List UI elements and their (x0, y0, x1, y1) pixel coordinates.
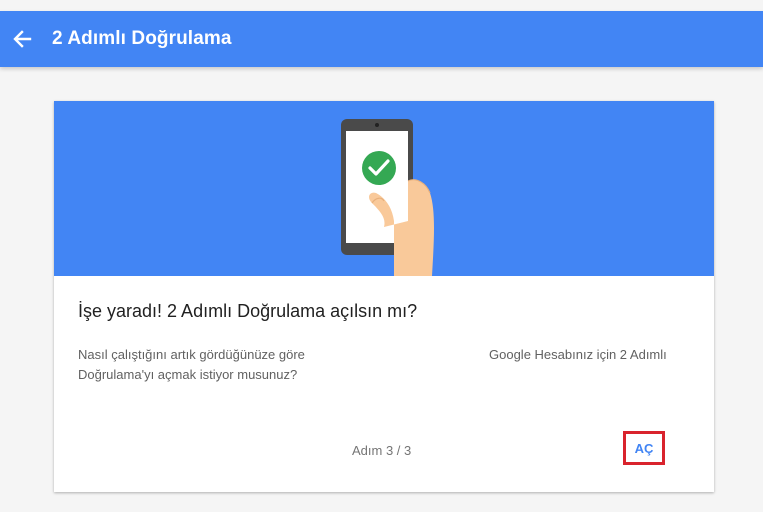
page-title: 2 Adımlı Doğrulama (52, 28, 232, 49)
verification-card: İşe yaradı! 2 Adımlı Doğrulama açılsın m… (54, 101, 714, 492)
back-button[interactable] (8, 25, 36, 53)
card-heading: İşe yaradı! 2 Adımlı Doğrulama açılsın m… (78, 301, 418, 321)
description-line: Nasıl çalıştığını artık gördüğünüze göre (78, 347, 305, 362)
app-header: 2 Adımlı Doğrulama (0, 11, 763, 67)
hero-illustration (54, 101, 714, 276)
arrow-left-icon (13, 30, 32, 48)
description-line: Doğrulama'yı açmak istiyor musunuz? (78, 367, 298, 382)
description-right: Google Hesabınız için 2 Adımlı (489, 347, 667, 362)
step-indicator: Adım 3 / 3 (352, 443, 412, 458)
checkmark-icon (362, 151, 396, 185)
turn-on-button[interactable]: AÇ (623, 431, 665, 465)
description-left: Nasıl çalıştığını artık gördüğünüze göre… (78, 345, 378, 385)
